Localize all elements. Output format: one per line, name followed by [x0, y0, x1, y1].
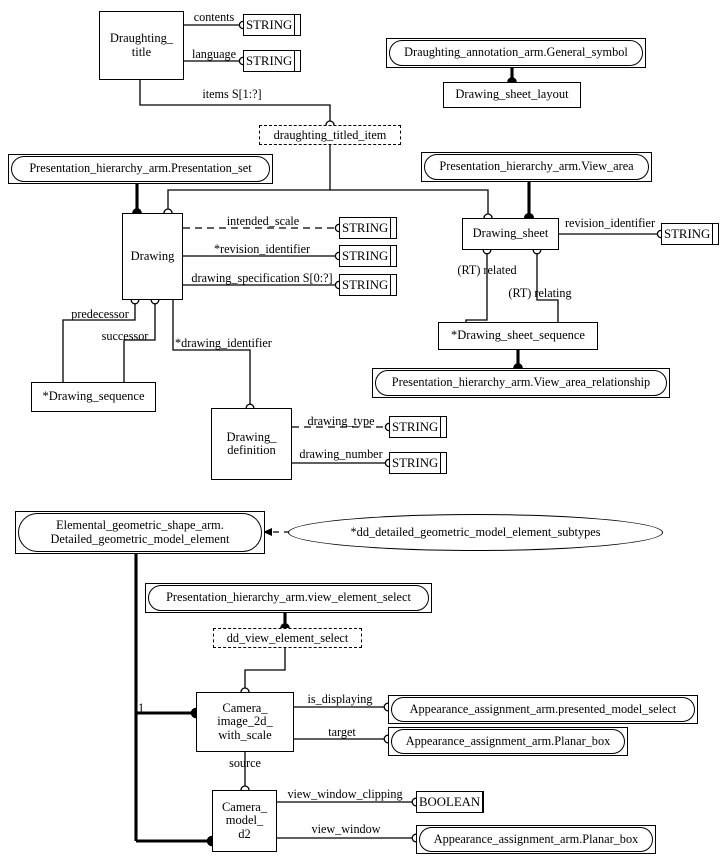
- simple-type-bar: [440, 417, 446, 437]
- edge-label-drawing-identifier: *drawing_identifier: [175, 336, 272, 350]
- edge-label-rt-relating: (RT) relating: [508, 286, 572, 300]
- edge-rt-related: [465, 250, 488, 322]
- entity-camera-image-2d-with-scale-label: Camera_ image_2d_ with_scale: [217, 700, 273, 742]
- entity-camera-image-2d-with-scale[interactable]: Camera_ image_2d_ with_scale: [196, 692, 294, 752]
- entity-drawing-sheet-layout-label: Drawing_sheet_layout: [455, 87, 569, 102]
- entity-camera-model-d2-label: Camera_ model_ d2: [221, 799, 268, 841]
- simple-type-drawing-number-string[interactable]: STRING: [389, 452, 447, 474]
- entity-drawing-label: Drawing: [130, 248, 175, 263]
- edge-label-language: language: [192, 47, 236, 61]
- subtypes-ellipse-label: *dd_detailed_geometric_model_element_sub…: [350, 525, 601, 539]
- simple-type-drawing-specification-label: STRING: [342, 277, 389, 292]
- simple-type-language-label: STRING: [246, 53, 293, 68]
- reference-view-area-relationship[interactable]: Presentation_hierarchy_arm.View_area_rel…: [372, 368, 670, 398]
- simple-type-view-window-clipping-label: BOOLEAN: [419, 794, 481, 809]
- simple-type-bar: [294, 51, 300, 71]
- subtypes-ellipse-dd-detailed-geometric-model-element[interactable]: *dd_detailed_geometric_model_element_sub…: [288, 514, 663, 551]
- entity-draughting-title-label: Draughting_ title: [109, 31, 174, 59]
- entity-drawing-sequence[interactable]: *Drawing_sequence: [31, 382, 156, 412]
- simple-type-drawing-specification-string[interactable]: STRING: [339, 274, 397, 296]
- edge-label-drawing-type: drawing_type: [307, 414, 375, 428]
- edge-dd-view-element-select-camera: [244, 647, 286, 692]
- edge-label-cardinality-one: 1: [138, 701, 145, 715]
- reference-planar-box-view-window-label: Appearance_assignment_arm.Planar_box: [419, 827, 653, 852]
- simple-type-intended-scale-string[interactable]: STRING: [339, 217, 397, 239]
- reference-detailed-geometric-model-element-label: Elemental_geometric_shape_arm. Detailed_…: [18, 513, 262, 552]
- reference-presented-model-select-label: Appearance_assignment_arm.presented_mode…: [391, 697, 695, 722]
- edge-label-successor: successor: [101, 329, 149, 343]
- express-g-diagram: Draughting_ title STRING STRING Draughti…: [0, 0, 727, 861]
- simple-type-revision-identifier-string[interactable]: STRING: [339, 245, 397, 267]
- entity-drawing-sheet-sequence-label: *Drawing_sheet_sequence: [451, 328, 585, 343]
- simple-type-drawing-number-label: STRING: [392, 455, 439, 470]
- entity-drawing-definition[interactable]: Drawing_ definition: [211, 408, 292, 480]
- simple-type-revision-identifier-label: STRING: [342, 248, 389, 263]
- reference-view-area[interactable]: Presentation_hierarchy_arm.View_area: [421, 152, 652, 182]
- simple-type-contents-label: STRING: [246, 17, 293, 32]
- simple-type-bar: [712, 224, 718, 244]
- reference-view-area-label: Presentation_hierarchy_arm.View_area: [424, 154, 649, 180]
- reference-view-element-select[interactable]: Presentation_hierarchy_arm.view_element_…: [145, 583, 432, 613]
- reference-planar-box-view-window[interactable]: Appearance_assignment_arm.Planar_box: [416, 825, 656, 854]
- simple-type-bar: [440, 453, 446, 473]
- entity-drawing[interactable]: Drawing: [122, 213, 183, 300]
- entity-draughting-title[interactable]: Draughting_ title: [99, 11, 184, 80]
- entity-drawing-definition-label: Drawing_ definition: [226, 429, 277, 457]
- simple-type-bar: [390, 218, 396, 238]
- simple-type-bar: [294, 15, 300, 35]
- entity-drawing-sheet-sequence[interactable]: *Drawing_sheet_sequence: [438, 322, 598, 350]
- edge-label-drawing-number: drawing_number: [299, 447, 383, 461]
- edge-label-view-window-clipping: view_window_clipping: [287, 787, 403, 801]
- simple-type-language-string[interactable]: STRING: [243, 50, 301, 72]
- edge-label-is-displaying: is_displaying: [307, 692, 373, 706]
- reference-presentation-set[interactable]: Presentation_hierarchy_arm.Presentation_…: [8, 154, 273, 184]
- simple-type-bar: [390, 275, 396, 295]
- reference-detailed-geometric-model-element[interactable]: Elemental_geometric_shape_arm. Detailed_…: [15, 511, 265, 554]
- entity-drawing-sheet-layout[interactable]: Drawing_sheet_layout: [443, 82, 581, 108]
- reference-presented-model-select[interactable]: Appearance_assignment_arm.presented_mode…: [388, 695, 698, 724]
- simple-type-sheet-revision-identifier-label: STRING: [664, 226, 711, 241]
- simple-type-drawing-type-string[interactable]: STRING: [389, 416, 447, 438]
- reference-view-area-relationship-label: Presentation_hierarchy_arm.View_area_rel…: [375, 370, 667, 396]
- edge-label-contents: contents: [193, 10, 235, 24]
- edge-label-items: items S[1:?]: [202, 87, 262, 101]
- edge-label-sheet-revision-identifier: revision_identifier: [564, 216, 656, 230]
- reference-presentation-set-label: Presentation_hierarchy_arm.Presentation_…: [11, 156, 270, 182]
- edge-label-view-window: view_window: [311, 822, 381, 836]
- edge-drawing-identifier: [172, 300, 251, 408]
- edge-label-drawing-specification: drawing_specification S[0:?]: [191, 271, 333, 285]
- entity-camera-model-d2[interactable]: Camera_ model_ d2: [212, 790, 277, 852]
- entity-drawing-sheet-label: Drawing_sheet: [472, 226, 549, 241]
- select-dd-view-element-select[interactable]: dd_view_element_select: [213, 628, 362, 648]
- simple-type-sheet-revision-identifier-string[interactable]: STRING: [661, 223, 719, 245]
- select-draughting-titled-item[interactable]: draughting_titled_item: [259, 125, 401, 145]
- edge-label-rt-related: (RT) related: [457, 263, 517, 277]
- edge-titled-item-to-drawing-sheet: [330, 189, 489, 218]
- simple-type-bar: [482, 792, 484, 812]
- simple-type-view-window-clipping-boolean[interactable]: BOOLEAN: [416, 791, 484, 813]
- edge-label-target: target: [328, 725, 356, 739]
- edge-label-source: source: [229, 756, 261, 770]
- reference-planar-box-target-label: Appearance_assignment_arm.Planar_box: [391, 729, 625, 754]
- simple-type-intended-scale-label: STRING: [342, 220, 389, 235]
- reference-view-element-select-label: Presentation_hierarchy_arm.view_element_…: [148, 585, 429, 611]
- simple-type-drawing-type-label: STRING: [392, 419, 439, 434]
- reference-general-symbol-label: Draughting_annotation_arm.General_symbol: [389, 40, 643, 66]
- edge-label-revision-identifier: *revision_identifier: [213, 242, 311, 256]
- reference-general-symbol[interactable]: Draughting_annotation_arm.General_symbol: [386, 38, 646, 68]
- simple-type-contents-string[interactable]: STRING: [243, 14, 301, 36]
- edge-label-intended-scale: intended_scale: [226, 214, 300, 228]
- edge-label-predecessor: predecessor: [71, 307, 129, 321]
- entity-drawing-sheet[interactable]: Drawing_sheet: [462, 218, 559, 250]
- reference-planar-box-target[interactable]: Appearance_assignment_arm.Planar_box: [388, 727, 628, 756]
- select-dd-view-element-select-label: dd_view_element_select: [226, 630, 349, 645]
- simple-type-bar: [390, 246, 396, 266]
- select-draughting-titled-item-label: draughting_titled_item: [273, 127, 387, 142]
- entity-drawing-sequence-label: *Drawing_sequence: [42, 389, 145, 404]
